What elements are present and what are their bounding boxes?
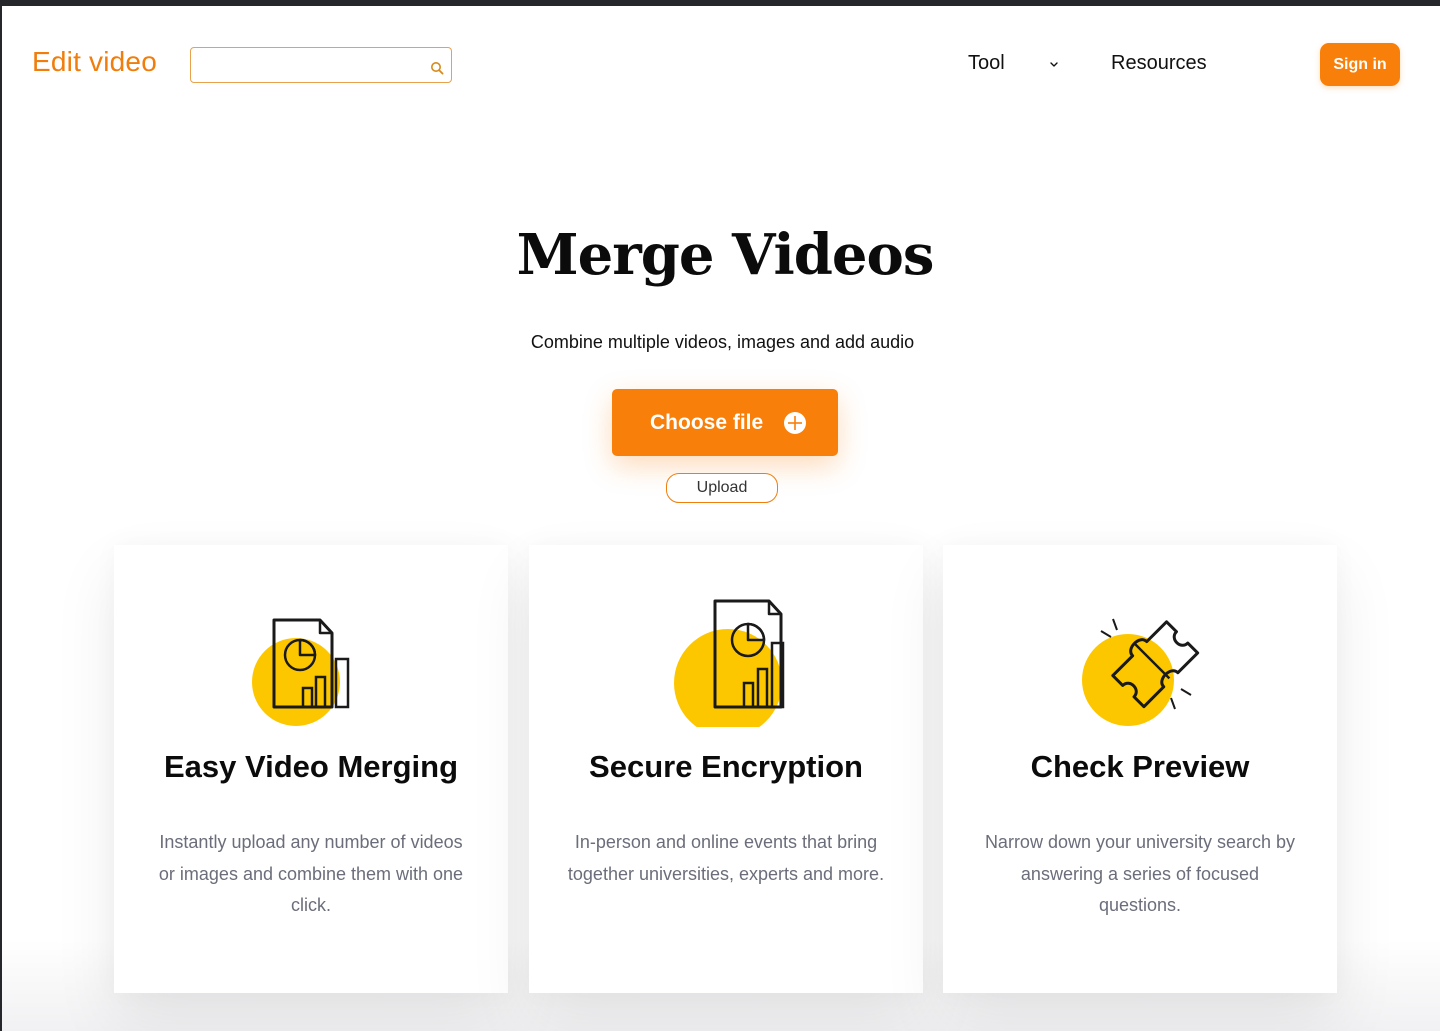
puzzle-icon	[1082, 618, 1200, 726]
search-input[interactable]	[199, 54, 423, 78]
feature-title: Secure Encryption	[589, 749, 863, 784]
search-box[interactable]	[190, 47, 452, 83]
choose-file-label: Choose file	[650, 411, 764, 434]
feature-card-check-preview: Check Preview Narrow down your universit…	[943, 545, 1337, 993]
window-frame-left	[0, 0, 2, 1031]
feature-card-easy-video-merging: Easy Video Merging Instantly upload any …	[114, 545, 508, 993]
plus-circle-icon	[784, 412, 806, 434]
nav-resources[interactable]: Resources	[1111, 52, 1207, 75]
document-chart-icon	[252, 618, 350, 726]
window-frame-top	[0, 0, 1440, 6]
choose-file-button[interactable]: Choose file	[612, 389, 838, 456]
chevron-down-icon[interactable]	[1048, 60, 1060, 70]
feature-title: Easy Video Merging	[163, 749, 458, 784]
page-subtitle: Combine multiple videos, images and add …	[530, 332, 915, 352]
feature-title: Check Preview	[1030, 749, 1250, 784]
feature-description: In-person and online events that bring t…	[567, 832, 885, 884]
sign-in-button[interactable]: Sign in	[1320, 43, 1400, 86]
nav-tool[interactable]: Tool	[968, 52, 1005, 75]
feature-description: Narrow down your university search by an…	[984, 832, 1296, 915]
logo[interactable]: Edit video	[32, 46, 157, 78]
page-title: Merge Videos	[516, 222, 935, 288]
search-icon[interactable]	[430, 61, 444, 75]
upload-button[interactable]: Upload	[666, 473, 778, 503]
feature-card-secure-encryption: Secure Encryption In-person and online e…	[529, 545, 923, 993]
document-chart-icon	[674, 599, 785, 727]
feature-description: Instantly upload any number of videos or…	[158, 832, 464, 915]
